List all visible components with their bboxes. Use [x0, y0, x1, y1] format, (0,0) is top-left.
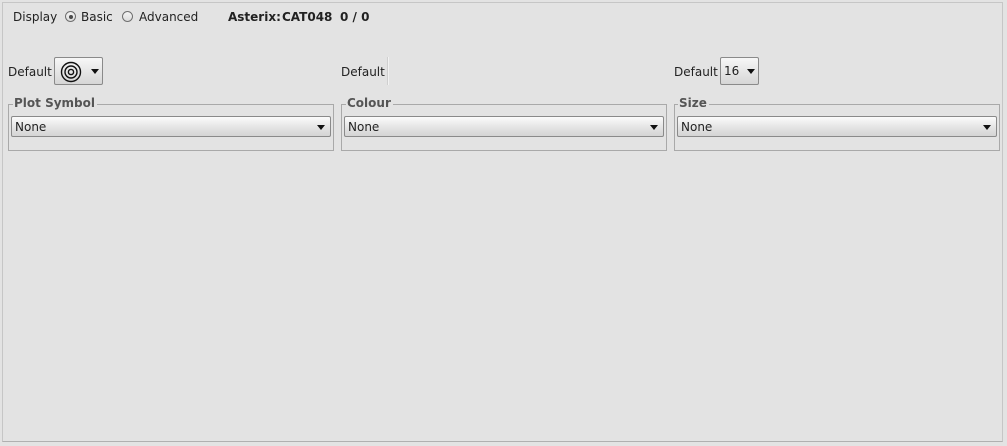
advanced-radio[interactable]	[122, 11, 134, 23]
radio-checked-icon	[65, 11, 76, 22]
size-value: None	[681, 120, 713, 134]
default-size-value: 16	[724, 64, 740, 78]
size-select[interactable]: None	[677, 116, 997, 137]
plot-symbol-value: None	[15, 120, 47, 134]
advanced-label[interactable]: Advanced	[139, 10, 198, 24]
plot-symbol-title: Plot Symbol	[13, 96, 97, 110]
radio-unchecked-icon	[122, 11, 133, 22]
colour-value: None	[348, 120, 380, 134]
panel-frame	[2, 2, 1003, 442]
record-count: 0 / 0	[340, 10, 370, 24]
colour-default-label: Default	[341, 65, 385, 79]
size-default-label: Default	[674, 65, 718, 79]
plot-symbol-select[interactable]: None	[11, 116, 331, 137]
default-colour-swatch[interactable]	[387, 57, 389, 85]
concentric-circles-icon	[60, 61, 82, 83]
catalog-name: CAT048	[282, 10, 333, 24]
default-size-dropdown[interactable]: 16	[720, 57, 759, 85]
display-label: Display	[13, 10, 58, 24]
default-symbol-dropdown[interactable]	[54, 57, 103, 85]
colour-title: Colour	[346, 96, 393, 110]
colour-select[interactable]: None	[344, 116, 664, 137]
basic-label[interactable]: Basic	[81, 10, 113, 24]
chevron-down-icon	[650, 125, 658, 130]
chevron-down-icon	[91, 69, 99, 74]
size-title: Size	[678, 96, 709, 110]
chevron-down-icon	[983, 125, 991, 130]
chevron-down-icon	[317, 125, 325, 130]
basic-radio[interactable]	[65, 11, 77, 23]
chevron-down-icon	[747, 69, 755, 74]
catalog-prefix: Asterix:	[228, 10, 281, 24]
symbol-default-label: Default	[8, 65, 52, 79]
